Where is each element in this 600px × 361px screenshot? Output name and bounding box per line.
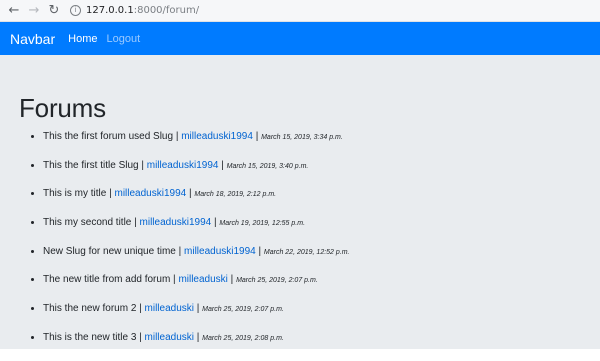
list-item: This is my title | milleaduski1994 | Mar… — [43, 188, 600, 217]
nav-link-logout[interactable]: Logout — [106, 33, 140, 45]
list-item: This is the new title 3 | milleaduski | … — [43, 332, 600, 361]
site-navbar: Navbar Home Logout — [0, 22, 600, 55]
forum-title: This the first forum used Slug — [43, 131, 174, 142]
list-item: This the first title Slug | milleaduski1… — [43, 160, 600, 189]
forum-date: March 15, 2019, 3:34 p.m. — [261, 134, 343, 141]
address-bar[interactable]: i 127.0.0.1:8000/forum/ — [70, 2, 199, 20]
author-link[interactable]: milleaduski1994 — [115, 188, 187, 199]
forum-title: New Slug for new unique time — [43, 245, 176, 257]
list-item: New Slug for new unique time | milleadus… — [43, 246, 600, 275]
forum-date: March 25, 2019, 2:08 p.m. — [202, 334, 284, 342]
list-item: This the new forum 2 | milleaduski | Mar… — [43, 303, 600, 332]
list-item: This my second title | milleaduski1994 |… — [43, 217, 600, 246]
forum-title: The new title from add forum — [43, 274, 171, 286]
arrow-right-icon[interactable]: → — [26, 3, 42, 19]
author-link[interactable]: milleaduski1994 — [181, 131, 253, 142]
forum-date: March 18, 2019, 2:12 p.m. — [194, 191, 277, 199]
reload-icon[interactable]: ↻ — [46, 3, 62, 19]
url-path: :8000/forum/ — [133, 5, 200, 16]
url-host: 127.0.0.1 — [86, 5, 134, 16]
forum-date: March 22, 2019, 12:52 p.m. — [263, 248, 350, 256]
author-link[interactable]: milleaduski — [178, 274, 227, 285]
list-item: The new title from add forum | milleadus… — [43, 274, 600, 303]
forum-title: This my second title — [43, 217, 132, 229]
forum-title: This the new forum 2 — [43, 303, 137, 315]
navbar-brand[interactable]: Navbar — [10, 31, 55, 47]
list-item: This the first forum used Slug | millead… — [43, 131, 600, 160]
main-content: Forums This the first forum used Slug | … — [0, 55, 600, 349]
author-link[interactable]: milleaduski — [145, 332, 194, 343]
page-title: Forums — [19, 93, 106, 123]
nav-link-home[interactable]: Home — [68, 33, 97, 45]
forum-date: March 25, 2019, 2:07 p.m. — [236, 277, 318, 285]
author-link[interactable]: milleaduski — [145, 303, 194, 314]
forum-date: March 25, 2019, 2:07 p.m. — [202, 306, 284, 314]
browser-toolbar: ← → ↻ i 127.0.0.1:8000/forum/ — [0, 0, 600, 22]
forum-title: This the first title Slug — [43, 159, 139, 171]
forum-date: March 19, 2019, 12:55 p.m. — [219, 220, 306, 228]
author-link[interactable]: milleaduski1994 — [140, 217, 212, 228]
forum-list: This the first forum used Slug | millead… — [19, 131, 600, 361]
author-link[interactable]: milleaduski1994 — [184, 246, 256, 257]
forum-title: This is the new title 3 — [43, 331, 137, 343]
author-link[interactable]: milleaduski1994 — [147, 160, 219, 171]
info-icon[interactable]: i — [70, 5, 81, 16]
arrow-left-icon[interactable]: ← — [6, 3, 22, 19]
forum-title: This is my title — [43, 188, 107, 200]
forum-date: March 15, 2019, 3:40 p.m. — [226, 162, 309, 170]
